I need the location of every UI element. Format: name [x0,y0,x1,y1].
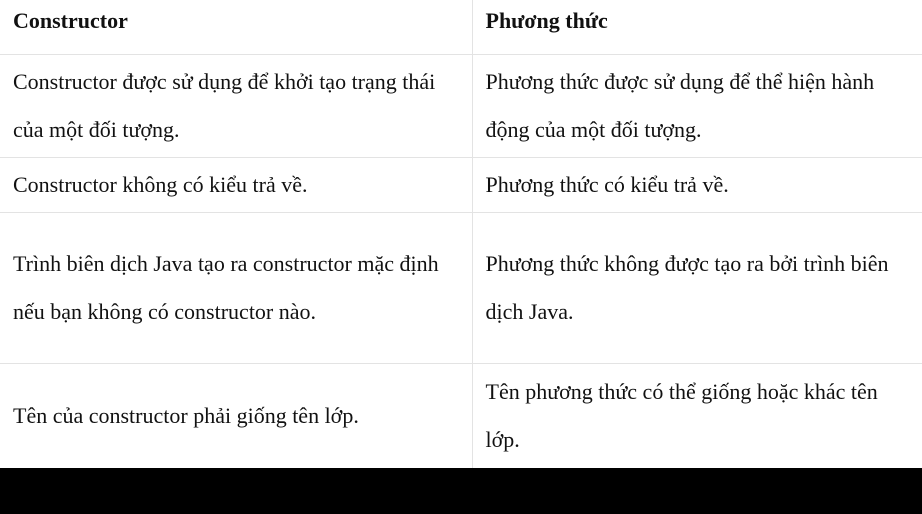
table-cell-constructor: Tên của constructor phải giống tên lớp. [0,363,473,468]
table-cell-method: Phương thức không được tạo ra bởi trình … [472,212,922,364]
table-header-row: Constructor Phương thức [0,0,922,55]
table-cell-method: Phương thức được sử dụng để thể hiện hàn… [472,54,922,158]
table-cell-method: Tên phương thức có thể giống hoặc khác t… [485,379,878,452]
table-row: Constructor không có kiểu trả về. Phương… [0,157,922,213]
table-cell-method: Phương thức có kiểu trả về. [472,157,922,213]
table-row: Trình biên dịch Java tạo ra constructor … [0,212,922,364]
table-row: Constructor được sử dụng để khởi tạo trạ… [0,54,922,158]
header-constructor: Constructor [0,0,473,55]
table-cell-constructor: Constructor được sử dụng để khởi tạo trạ… [0,54,473,158]
table-cell-constructor: Constructor không có kiểu trả về. [0,157,473,213]
comparison-table-container: Constructor Phương thức Constructor được… [0,0,922,468]
bottom-black-band [0,468,922,514]
table-row: Tên của constructor phải giống tên lớp. … [0,363,922,468]
header-method: Phương thức [472,0,922,55]
comparison-table: Constructor Phương thức Constructor được… [0,0,922,468]
table-cell-constructor: Trình biên dịch Java tạo ra constructor … [0,212,473,364]
